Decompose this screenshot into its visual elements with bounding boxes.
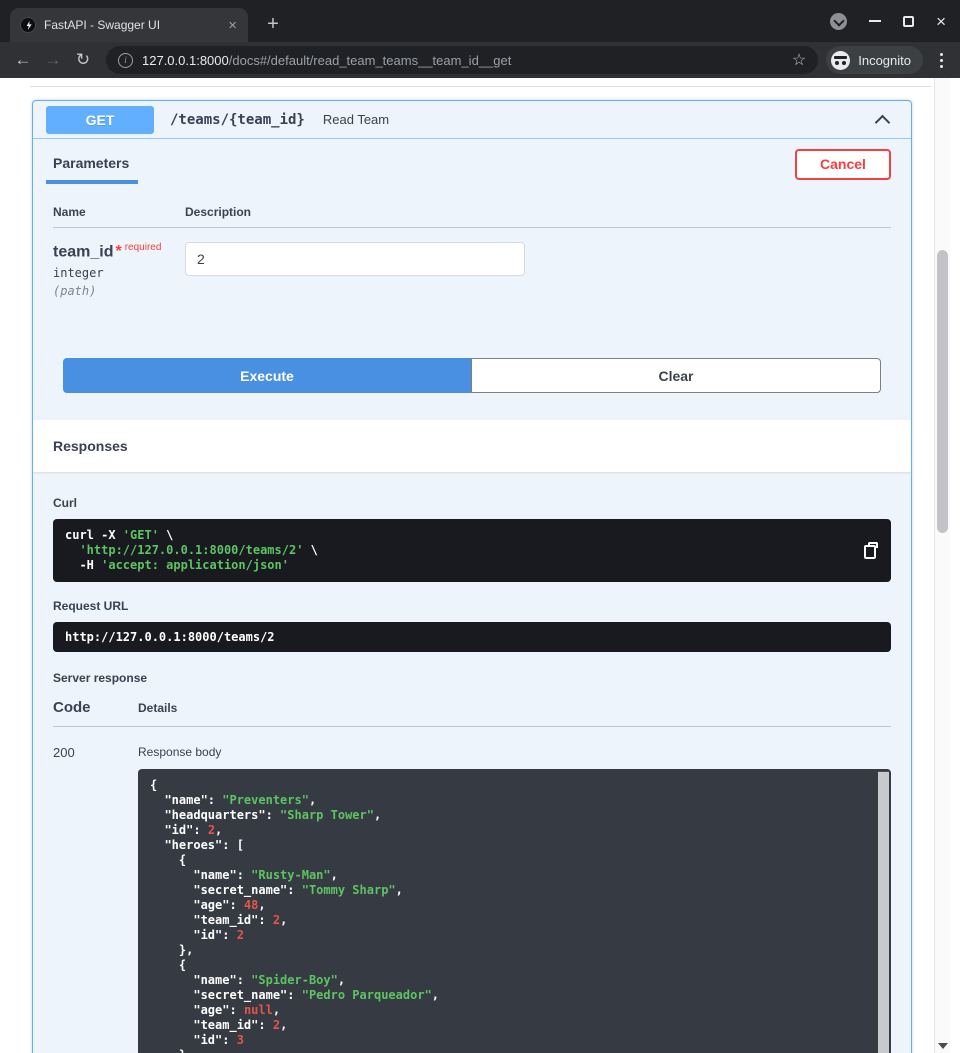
request-url-block: http://127.0.0.1:8000/teams/2 [53,622,891,652]
parameter-meta: team_id*required integer (path) [53,242,185,298]
incognito-label: Incognito [858,53,911,68]
page-scrollbar-thumb[interactable] [937,250,948,533]
parameter-type: integer [53,266,185,280]
tab-close-icon[interactable]: × [223,17,242,34]
parameter-name: team_id*required [53,242,185,261]
browser-tab[interactable]: FastAPI - Swagger UI × [10,8,248,42]
cancel-button[interactable]: Cancel [795,149,891,180]
minimize-button[interactable] [869,20,881,22]
browser-status-icon[interactable] [830,13,847,30]
parameter-row: team_id*required integer (path) [53,228,891,298]
url-path: /docs#/default/read_team_teams__team_id_… [229,53,512,68]
execute-button[interactable]: Execute [63,358,471,393]
curl-command-text: curl -X 'GET' \ 'http://127.0.0.1:8000/t… [65,528,879,573]
back-button[interactable]: ← [8,45,38,75]
column-description-header: Description [185,205,251,219]
table-header-row: Name Description [53,205,891,228]
scroll-down-icon[interactable] [938,1043,948,1049]
parameters-section-header: Parameters Cancel [33,139,911,189]
window-controls: × [830,0,946,42]
response-details-cell: Response body { "name": "Preventers", "h… [138,745,891,1053]
incognito-icon [831,51,850,70]
parameter-value-cell [185,242,525,298]
browser-window: FastAPI - Swagger UI × + × ← → ↻ i 127.0… [0,0,960,1053]
browser-menu-icon[interactable] [931,53,952,68]
required-star: * [115,243,121,260]
details-column-header: Details [138,701,177,715]
operation-path: /teams/{team_id} [170,112,305,128]
url-host: 127.0.0.1:8000 [142,53,229,68]
site-info-icon[interactable]: i [118,53,133,68]
bookmark-star-icon[interactable]: ☆ [792,50,806,70]
column-name-header: Name [53,205,185,219]
fastapi-logo-icon [20,17,36,33]
curl-label: Curl [53,496,891,510]
request-url-label: Request URL [53,599,891,613]
address-bar[interactable]: i 127.0.0.1:8000/docs#/default/read_team… [106,46,818,74]
copy-icon[interactable] [860,540,882,562]
maximize-button[interactable] [903,16,914,27]
response-table-header: Code Details [53,699,891,727]
request-url-text: http://127.0.0.1:8000/teams/2 [65,630,879,645]
forward-button[interactable]: → [38,45,68,75]
status-code: 200 [53,745,138,1053]
code-column-header: Code [53,699,138,716]
responses-title: Responses [53,438,128,454]
parameter-location: (path) [53,284,185,298]
active-tab-underline [46,180,138,184]
swagger-page: GET /teams/{team_id} Read Team Parameter… [0,78,960,1053]
response-row: 200 Response body { "name": "Preventers"… [53,727,891,1053]
response-body-label: Response body [138,745,891,759]
collapse-chevron-icon[interactable] [875,115,891,131]
response-scrollbar[interactable] [878,771,889,1053]
curl-command-block[interactable]: curl -X 'GET' \ 'http://127.0.0.1:8000/t… [53,519,891,582]
opblock-summary[interactable]: GET /teams/{team_id} Read Team [33,101,911,139]
incognito-badge: Incognito [826,46,923,74]
required-label: required [125,242,162,253]
response-body-block[interactable]: { "name": "Preventers", "headquarters": … [138,769,891,1053]
new-tab-button[interactable]: + [260,11,286,37]
operation-summary: Read Team [323,112,877,127]
clear-button[interactable]: Clear [471,358,881,393]
parameters-title: Parameters [53,155,129,171]
reload-button[interactable]: ↻ [68,45,98,75]
tab-title: FastAPI - Swagger UI [44,18,223,32]
response-body-json: { "name": "Preventers", "headquarters": … [150,778,879,1053]
method-badge: GET [46,106,154,134]
parameters-table: Name Description team_id*required intege… [33,189,911,298]
response-scrollbar-thumb[interactable] [878,772,889,1053]
close-window-button[interactable]: × [936,13,946,30]
server-response-label: Server response [53,671,891,685]
page-scrollbar[interactable] [934,78,950,1053]
url-text[interactable]: 127.0.0.1:8000/docs#/default/read_team_t… [142,53,784,68]
responses-header: Responses [33,420,911,472]
responses-body: Curl curl -X 'GET' \ 'http://127.0.0.1:8… [33,472,911,1053]
team-id-input[interactable] [185,242,525,276]
titlebar: FastAPI - Swagger UI × + × [0,0,960,42]
opblock-get-read-team: GET /teams/{team_id} Read Team Parameter… [32,100,912,1053]
divider [30,86,931,87]
execute-row: Execute Clear [63,358,881,393]
browser-toolbar: ← → ↻ i 127.0.0.1:8000/docs#/default/rea… [0,42,960,78]
